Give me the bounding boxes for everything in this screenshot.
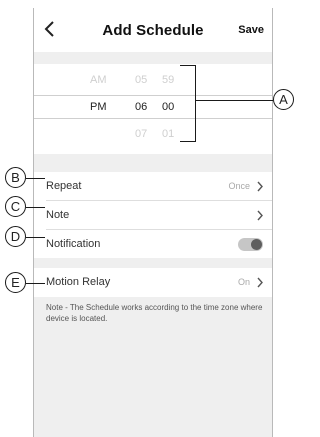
callout-line xyxy=(26,178,45,179)
ampm-value: PM xyxy=(90,101,107,113)
callout-line xyxy=(26,283,45,284)
notification-row: Notification xyxy=(34,230,272,258)
motion-relay-row[interactable]: Motion Relay On xyxy=(34,268,272,296)
callout-d: D xyxy=(5,226,26,247)
ampm-value: AM xyxy=(90,74,107,86)
phone-screen: Add Schedule Save AM 05 59 PM 06 00 07 0… xyxy=(33,8,273,437)
notification-label: Notification xyxy=(46,238,101,250)
picker-row[interactable]: AM 05 59 xyxy=(34,68,272,94)
notification-toggle[interactable] xyxy=(238,238,263,251)
time-zone-note: Note - The Schedule works according to t… xyxy=(46,303,263,323)
page-title: Add Schedule xyxy=(102,22,204,39)
nav-bar: Add Schedule Save xyxy=(34,8,272,52)
picker-row-selected[interactable]: PM 06 00 xyxy=(34,95,272,119)
motion-relay-label: Motion Relay xyxy=(46,276,111,288)
chevron-right-icon xyxy=(257,277,263,288)
note-label: Note xyxy=(46,209,70,221)
minute-value: 59 xyxy=(162,74,175,86)
callout-line xyxy=(26,207,45,208)
chevron-right-icon xyxy=(257,210,263,221)
note-row[interactable]: Note xyxy=(34,201,272,229)
callout-c: C xyxy=(5,196,26,217)
minute-value: 00 xyxy=(162,101,175,113)
callout-bracket xyxy=(180,65,196,142)
motion-relay-section: Motion Relay On xyxy=(34,268,272,297)
repeat-row[interactable]: Repeat Once xyxy=(34,172,272,200)
picker-row[interactable]: 07 01 xyxy=(34,122,272,148)
motion-relay-value: On xyxy=(237,277,250,287)
repeat-value: Once xyxy=(228,181,250,191)
callout-line xyxy=(26,237,45,238)
chevron-right-icon xyxy=(257,181,263,192)
save-button[interactable]: Save xyxy=(238,24,264,36)
hour-value: 05 xyxy=(135,74,148,86)
callout-line xyxy=(196,100,273,101)
settings-section: Repeat Once Note Notification xyxy=(34,172,272,258)
callout-b: B xyxy=(5,167,26,188)
hour-value: 07 xyxy=(135,128,148,140)
repeat-label: Repeat xyxy=(46,180,82,192)
callout-e: E xyxy=(5,272,26,293)
toggle-knob xyxy=(251,239,262,250)
minute-value: 01 xyxy=(162,128,175,140)
time-picker[interactable]: AM 05 59 PM 06 00 07 01 xyxy=(34,64,272,154)
hour-value: 06 xyxy=(135,101,148,113)
callout-a: A xyxy=(273,89,294,110)
